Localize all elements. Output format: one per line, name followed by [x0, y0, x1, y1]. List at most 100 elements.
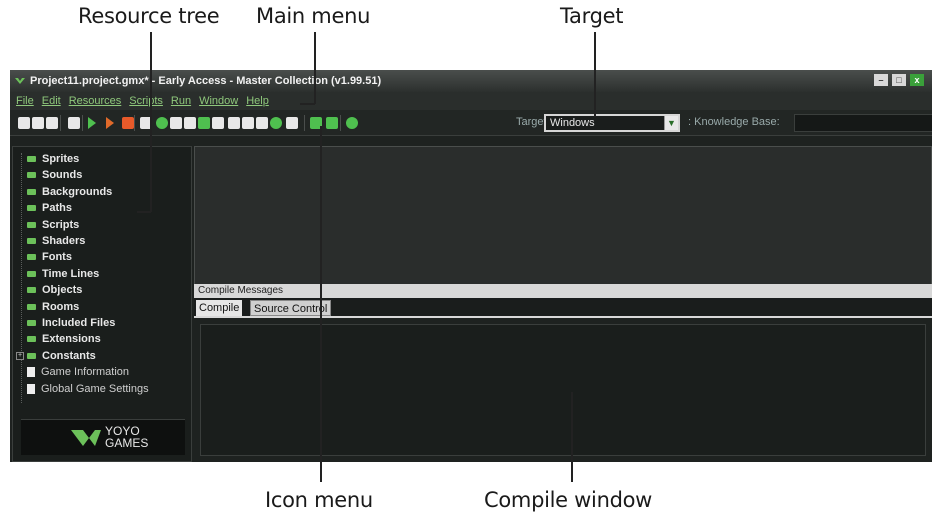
open-project-icon[interactable]: [32, 117, 44, 129]
folder-icon: [27, 270, 36, 277]
tree-item-label: Included Files: [42, 317, 116, 329]
callout-target: Target: [560, 4, 624, 28]
tree-item-sprites[interactable]: Sprites: [27, 151, 79, 167]
folder-icon: [27, 303, 36, 310]
tree-item-label: Paths: [42, 202, 72, 215]
game-info-icon[interactable]: [286, 117, 298, 129]
new-project-icon[interactable]: [18, 117, 30, 129]
tree-item-game-information[interactable]: Game Information: [27, 364, 129, 380]
help-icon[interactable]: [346, 117, 358, 129]
tree-item-label: Extensions: [42, 333, 101, 346]
menu-resources[interactable]: Resources: [69, 95, 122, 107]
knowledge-base-label: : Knowledge Base:: [688, 116, 780, 128]
yoyo-games-logo: YOYO GAMES: [21, 419, 185, 455]
folder-icon: [27, 287, 36, 294]
callout-icon-menu: Icon menu: [265, 488, 373, 512]
document-icon: [27, 367, 35, 378]
menu-help[interactable]: Help: [246, 95, 269, 107]
callout-compile-window: Compile window: [484, 488, 653, 512]
gamemaker-logo-icon: [15, 78, 25, 84]
menu-run[interactable]: Run: [171, 95, 191, 107]
compile-panel: Compile Messages Compile Source Control: [194, 284, 932, 462]
room-icon[interactable]: [270, 117, 282, 129]
tree-item-fonts[interactable]: Fonts: [27, 249, 72, 265]
tree-item-label: Backgrounds: [42, 185, 113, 198]
tab-compile[interactable]: Compile: [196, 300, 243, 316]
folder-icon: [27, 172, 36, 179]
window-title: Project11.project.gmx* - Early Access - …: [30, 75, 382, 87]
folder-icon: [27, 205, 36, 212]
target-label: Target: [516, 116, 547, 128]
folder-icon: [27, 352, 36, 359]
tree-item-global-game-settings[interactable]: Global Game Settings: [27, 381, 149, 397]
toolbar-separator: [60, 115, 61, 131]
logo-text-games: GAMES: [105, 436, 149, 450]
tree-item-label: Fonts: [42, 251, 72, 264]
folder-icon: [27, 156, 36, 162]
menu-window[interactable]: Window: [199, 95, 238, 107]
callout-main-menu: Main menu: [256, 4, 371, 28]
object-icon[interactable]: [256, 117, 268, 129]
menu-file[interactable]: File: [16, 95, 34, 107]
minimize-button[interactable]: –: [874, 74, 888, 86]
extensions-icon[interactable]: [326, 117, 338, 129]
tree-item-label: Sprites: [42, 153, 80, 165]
tree-item-time-lines[interactable]: Time Lines: [27, 266, 99, 282]
close-button[interactable]: x: [910, 74, 924, 86]
tree-item-objects[interactable]: Objects: [27, 282, 82, 298]
timeline-icon[interactable]: [242, 117, 254, 129]
debug-icon[interactable]: [106, 117, 114, 129]
callout-line-resource-tree: [150, 32, 152, 212]
tree-item-paths[interactable]: Paths: [27, 200, 72, 216]
callout-line-icon-menu: [320, 126, 322, 482]
knowledge-base-input[interactable]: [794, 114, 932, 132]
tree-item-sounds[interactable]: Sounds: [27, 167, 82, 183]
callout-line-compile-window: [571, 392, 573, 482]
menu-edit[interactable]: Edit: [42, 95, 61, 107]
tree-item-included-files[interactable]: Included Files: [27, 315, 115, 331]
folder-icon: [27, 254, 36, 261]
create-exe-icon[interactable]: [68, 117, 80, 129]
callout-line-target: [594, 32, 596, 117]
tree-item-label: Sounds: [42, 169, 83, 182]
tree-item-label: Global Game Settings: [41, 382, 149, 395]
target-value: Windows: [550, 117, 595, 129]
target-select[interactable]: Windows ▼: [544, 114, 680, 132]
menu-scripts[interactable]: Scripts: [129, 95, 163, 107]
toolbar-separator: [134, 115, 135, 131]
chevron-down-icon[interactable]: ▼: [664, 116, 678, 130]
path-icon[interactable]: [184, 117, 196, 129]
compile-output[interactable]: [200, 324, 926, 456]
tree-guide-line: [21, 153, 22, 403]
compile-tabs: Compile Source Control: [194, 298, 932, 318]
tree-item-rooms[interactable]: Rooms: [27, 299, 79, 315]
background-icon[interactable]: [170, 117, 182, 129]
tree-item-label: Game Information: [41, 366, 130, 379]
tree-item-scripts[interactable]: Scripts: [27, 217, 79, 233]
toolbar-separator: [304, 115, 305, 131]
tree-item-label: Rooms: [42, 300, 80, 313]
folder-icon: [27, 238, 36, 244]
run-icon[interactable]: [88, 117, 96, 129]
expand-icon[interactable]: +: [16, 351, 24, 360]
tree-item-extensions[interactable]: Extensions: [27, 331, 101, 347]
tree-item-label: Scripts: [42, 218, 80, 231]
save-project-icon[interactable]: [46, 117, 58, 129]
tree-item-label: Shaders: [42, 235, 86, 247]
shader-icon[interactable]: [212, 117, 224, 129]
script-icon[interactable]: [198, 117, 210, 129]
tree-item-backgrounds[interactable]: Backgrounds: [27, 184, 112, 200]
main-menu: File Edit Resources Scripts Run Window H…: [10, 92, 932, 110]
callout-line-resource-tree-tick: [137, 211, 151, 213]
maximize-button[interactable]: □: [892, 74, 906, 86]
yoyo-logo-icon: [71, 430, 101, 446]
tree-item-label: Time Lines: [42, 267, 100, 280]
tree-item-constants[interactable]: Constants: [27, 348, 96, 364]
clean-icon[interactable]: [122, 117, 134, 129]
tree-item-shaders[interactable]: Shaders: [27, 233, 85, 249]
folder-icon: [27, 221, 36, 228]
icon-toolbar: Target Windows ▼ : Knowledge Base:: [10, 110, 932, 136]
font-icon[interactable]: [228, 117, 240, 129]
sound-icon[interactable]: [156, 117, 168, 129]
tree-item-label: Objects: [42, 284, 83, 297]
